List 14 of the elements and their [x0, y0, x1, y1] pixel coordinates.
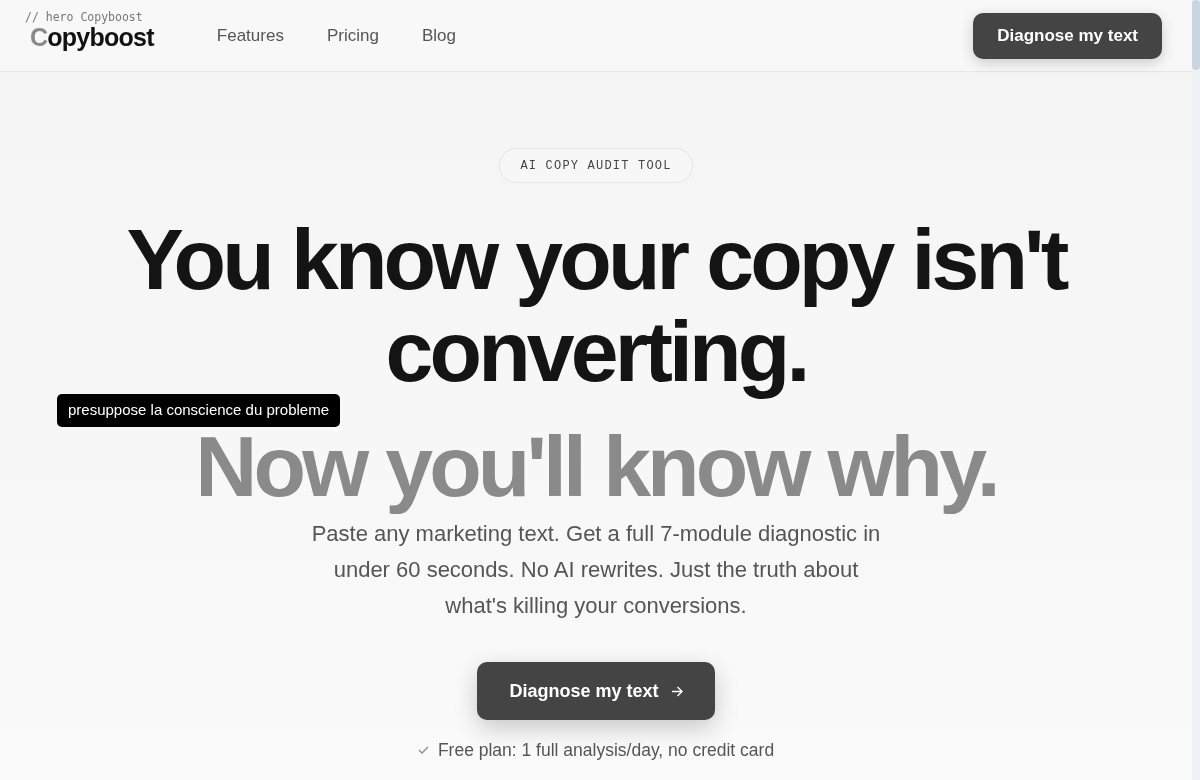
- check-icon: [417, 746, 429, 754]
- tag-label: AI COPY AUDIT TOOL: [499, 148, 693, 183]
- scrollbar[interactable]: [1192, 0, 1200, 780]
- nav-link[interactable]: Blog: [421, 22, 456, 49]
- arrow-right-icon: [670, 685, 683, 697]
- diagnose-button[interactable]: Diagnose my text: [973, 12, 1162, 59]
- nav-link[interactable]: Features: [216, 22, 284, 49]
- tooltip: presuppose la conscience du probleme: [57, 394, 340, 427]
- plan-note: Free plan: 1 full analysis/day, no credit card: [437, 739, 775, 762]
- dev-label: // hero Copyboost: [25, 10, 143, 24]
- hero-description: Paste any marketing text. Get a full 7-module diagnostic in under 60 seconds. No AI rewrites. Just the truth about what's killing your conversions.: [310, 520, 882, 620]
- diagnose-button[interactable]: Diagnose my text: [477, 662, 715, 720]
- logo-wordmark[interactable]: Copyboost: [30, 24, 154, 50]
- nav-link[interactable]: Pricing: [326, 22, 379, 49]
